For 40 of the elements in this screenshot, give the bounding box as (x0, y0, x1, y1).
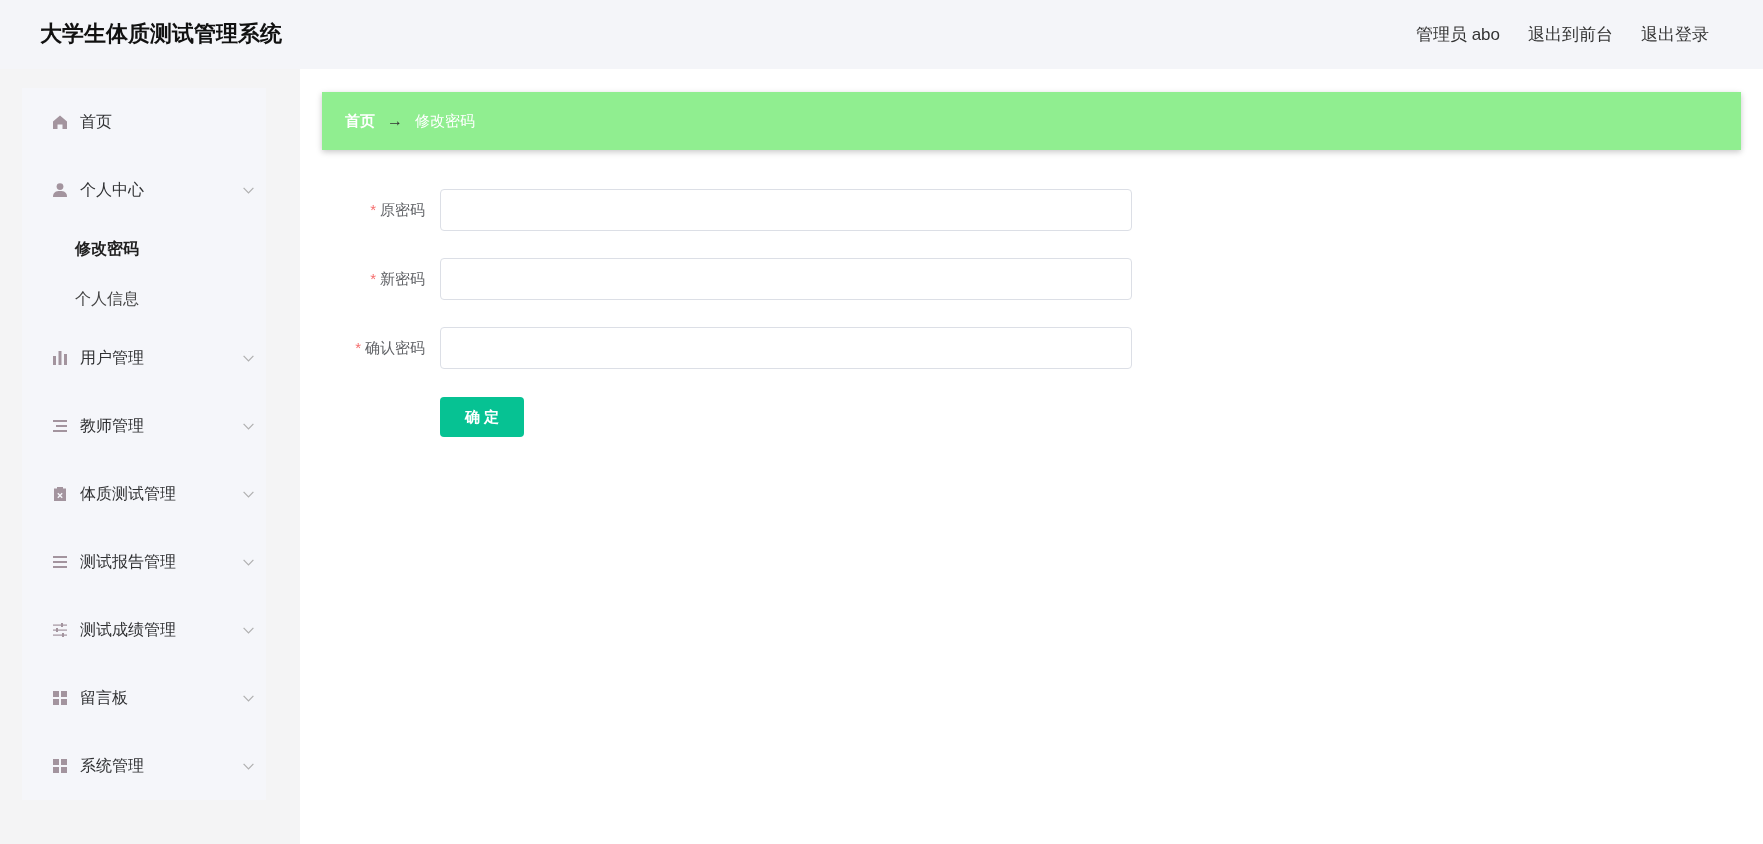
menu-item[interactable]: 首页 (22, 88, 266, 156)
menu-item[interactable]: 教师管理 (22, 392, 266, 460)
chevron-down-icon (243, 694, 254, 702)
home-icon (53, 115, 67, 129)
menu-item[interactable]: 留言板 (22, 664, 266, 732)
sliders-icon (53, 623, 67, 637)
header-link[interactable]: 退出到前台 (1528, 21, 1613, 48)
password-input[interactable] (440, 189, 1132, 231)
chevron-down-icon (243, 626, 254, 634)
menu-item[interactable]: 系统管理 (22, 732, 266, 800)
menu-item[interactable]: 测试成绩管理 (22, 596, 266, 664)
menu-item[interactable]: 体质测试管理 (22, 460, 266, 528)
grid-icon (53, 691, 67, 705)
grid-icon (53, 759, 67, 773)
admin-user-label: 管理员 abo (1415, 23, 1500, 46)
header-link[interactable]: 退出登录 (1641, 21, 1709, 48)
chevron-down-icon (243, 558, 254, 566)
chevron-down-icon (243, 490, 254, 498)
menu-icon (53, 555, 67, 569)
clipboard-icon (53, 487, 67, 501)
menu-item[interactable]: 测试报告管理 (22, 528, 266, 596)
field-label: * 确认密码 (354, 337, 426, 358)
chevron-down-icon (243, 186, 254, 194)
chevron-down-icon (243, 354, 254, 362)
field-label: * 新密码 (369, 268, 426, 289)
chevron-down-icon (243, 422, 254, 430)
menu-item[interactable]: 个人中心 (22, 156, 266, 224)
password-input[interactable] (440, 258, 1132, 300)
field-label: * 原密码 (369, 199, 426, 220)
menu-item[interactable]: 用户管理 (22, 324, 266, 392)
bar-chart-icon (53, 351, 67, 365)
password-input[interactable] (440, 327, 1132, 369)
breadcrumb-separator: → (387, 111, 403, 131)
breadcrumb-current: 修改密码 (415, 110, 475, 131)
app-title: 大学生体质测试管理系统 (40, 21, 282, 48)
submenu-item[interactable]: 修改密码 (22, 224, 266, 274)
submenu-item[interactable]: 个人信息 (22, 274, 266, 324)
user-icon (53, 183, 67, 197)
list-icon (53, 419, 67, 433)
chevron-down-icon (243, 762, 254, 770)
